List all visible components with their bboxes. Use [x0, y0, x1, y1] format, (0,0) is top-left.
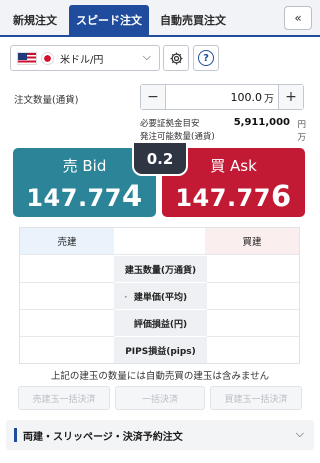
japan-flag-icon	[41, 51, 54, 65]
required-margin-value: 5,911,000	[233, 117, 290, 128]
buy-position-header: 買建	[205, 228, 299, 254]
spread-badge: 0.2	[132, 141, 188, 176]
quantity-value: 100.0	[230, 90, 263, 104]
required-margin-row: 必要証拠金目安 5,911,000 円	[140, 117, 306, 130]
bid-price-main: 147.77	[26, 184, 122, 212]
ask-price-main: 147.77	[175, 184, 271, 212]
collapse-panel-button[interactable]: «	[284, 6, 312, 30]
decrease-quantity-button[interactable]: −	[141, 85, 166, 109]
chevron-down-icon: ⌵	[142, 50, 151, 63]
chevron-down-icon: ⌵	[295, 427, 304, 440]
increase-quantity-button[interactable]: +	[278, 85, 303, 109]
advanced-order-label: 両建・スリッページ・決済予約注文	[23, 432, 183, 443]
bid-price-last-digit: 4	[121, 179, 143, 213]
currency-pair-label: 米ドル/円	[60, 54, 104, 66]
us-flag-icon	[17, 51, 37, 65]
help-button[interactable]: ?	[193, 45, 219, 71]
currency-pair-select[interactable]: 米ドル/円 ⌵	[10, 45, 160, 71]
available-quantity-unit: 万	[297, 133, 306, 143]
ask-price: 147.776	[162, 179, 305, 213]
position-row-unrealized-pl: 評価損益(円)	[114, 309, 207, 336]
gear-icon	[170, 52, 182, 64]
settings-button[interactable]	[163, 45, 189, 71]
quantity-unit: 万	[264, 93, 274, 105]
tab-speed-order[interactable]: スピード注文	[69, 5, 149, 35]
double-chevron-left-icon: «	[294, 11, 302, 25]
required-margin-label: 必要証拠金目安	[140, 119, 200, 129]
required-margin-unit: 円	[297, 120, 306, 130]
ask-price-last-digit: 6	[270, 179, 292, 213]
close-all-sell-button[interactable]: 売建玉一括決済	[18, 386, 110, 410]
bid-price: 147.774	[13, 179, 156, 213]
quantity-stepper: − 100.0 万 +	[140, 84, 304, 110]
order-type-tabbar: 新規注文 スピード注文 自動売買注文 «	[0, 0, 320, 37]
help-icon: ?	[198, 50, 214, 66]
tab-new-order[interactable]: 新規注文	[4, 5, 66, 35]
tab-auto-trade-order[interactable]: 自動売買注文	[152, 5, 234, 35]
close-all-button[interactable]: 一括決済	[115, 386, 205, 410]
positions-table: 売建 買建 建玉数量(万通貨) 建単価(平均) 評価損益(円) PIPS損益(p…	[19, 227, 300, 364]
positions-note: 上記の建玉の数量には自動売買の建玉は含みません	[50, 371, 270, 382]
order-quantity-label: 注文数量(通貨)	[14, 95, 79, 106]
quantity-input[interactable]: 100.0 万	[166, 85, 278, 109]
advanced-order-accordion[interactable]: 両建・スリッページ・決済予約注文 ⌵	[6, 420, 314, 450]
position-row-quantity: 建玉数量(万通貨)	[114, 255, 207, 282]
separator-dot: •	[124, 294, 128, 301]
sell-position-header: 売建	[20, 228, 114, 254]
close-all-buy-button[interactable]: 買建玉一括決済	[210, 386, 302, 410]
position-row-pips-pl: PIPS損益(pips)	[114, 336, 207, 363]
position-row-average-price: 建単価(平均)	[114, 282, 207, 309]
accent-bar	[14, 428, 17, 442]
